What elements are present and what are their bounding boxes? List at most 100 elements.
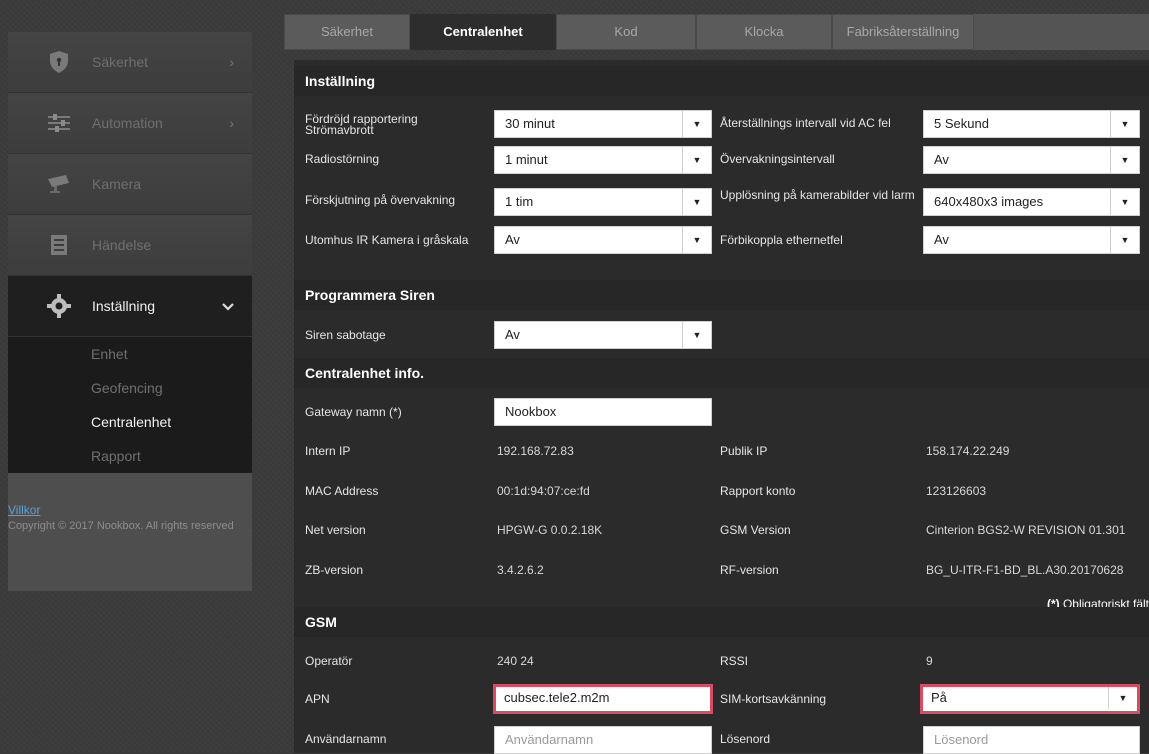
select-upplosning[interactable]: 640x480x3 images ▼ <box>923 188 1140 216</box>
label-operator: Operatör <box>305 654 353 668</box>
value-operator: 240 24 <box>497 654 534 668</box>
value-gsm-version: Cinterion BGS2-W REVISION 01.301 <box>926 523 1126 537</box>
dropdown-arrow-icon[interactable]: ▼ <box>682 227 711 253</box>
sidebar: Säkerhet › Automation › Kamera Händelse … <box>8 32 252 591</box>
label-zb-version: ZB-version <box>305 563 364 577</box>
select-forbikoppla-ethernet[interactable]: Av ▼ <box>923 226 1140 254</box>
tab-bar: Säkerhet Centralenhet Kod Klocka Fabriks… <box>284 14 1149 50</box>
chevron-right-icon: › <box>229 54 234 70</box>
tab-sakerhet[interactable]: Säkerhet <box>284 14 410 50</box>
shield-icon <box>46 49 72 75</box>
submenu: Enhet Geofencing Centralenhet Rapport <box>8 337 252 473</box>
gear-icon <box>46 293 72 319</box>
select-value: 5 Sekund <box>934 116 989 131</box>
select-value: Av <box>934 152 949 167</box>
value-intern-ip: 192.168.72.83 <box>497 444 574 458</box>
select-fordrojd-rapportering[interactable]: 30 minut ▼ <box>494 110 712 138</box>
password-input[interactable]: Lösenord <box>923 726 1140 754</box>
dropdown-arrow-icon[interactable]: ▼ <box>1110 189 1139 215</box>
submenu-item-geofencing[interactable]: Geofencing <box>8 371 252 405</box>
value-zb-version: 3.4.2.6.2 <box>497 563 544 577</box>
submenu-item-rapport[interactable]: Rapport <box>8 439 252 473</box>
dropdown-arrow-icon[interactable]: ▼ <box>682 147 711 173</box>
dropdown-arrow-icon[interactable]: ▼ <box>1110 111 1139 137</box>
section-heading-info: Centralenhet info. <box>294 358 1149 388</box>
label-utomhus-ir: Utomhus IR Kamera i gråskala <box>305 233 469 247</box>
submenu-item-enhet[interactable]: Enhet <box>8 337 252 371</box>
label-rf-version: RF-version <box>720 563 779 577</box>
sliders-icon <box>46 110 72 136</box>
select-sim-kortsavkanning[interactable]: På ▼ <box>920 684 1140 714</box>
sidebar-item-label: Kamera <box>92 176 142 192</box>
section-heading-installning: Inställning <box>294 66 1149 96</box>
select-aterstallnings-intervall[interactable]: 5 Sekund ▼ <box>923 110 1140 138</box>
label-upplosning: Upplösning på kamerabilder vid larm <box>720 188 915 202</box>
chevron-down-icon <box>222 298 234 314</box>
select-value: Av <box>505 232 520 247</box>
tab-bar-filler <box>974 14 1149 50</box>
label-fordrojd-rapportering: Fördröjd rapportering Strömavbrott <box>305 112 418 137</box>
select-overvakningsintervall[interactable]: Av ▼ <box>923 146 1140 174</box>
select-value: På <box>931 690 947 705</box>
username-input[interactable]: Användarnamn <box>494 726 712 754</box>
tab-centralenhet[interactable]: Centralenhet <box>410 14 556 50</box>
sidebar-item-sakerhet[interactable]: Säkerhet › <box>8 32 252 93</box>
dropdown-arrow-icon[interactable]: ▼ <box>1110 227 1139 253</box>
sidebar-footer: Villkor Copyright © 2017 Nookbox. All ri… <box>8 473 252 591</box>
gateway-name-input[interactable]: Nookbox <box>494 398 712 426</box>
main-panel: Inställning Fördröjd rapportering Ströma… <box>294 60 1149 754</box>
select-value: 1 tim <box>505 194 534 209</box>
tab-fabriksaterstallning[interactable]: Fabriksåterställning <box>832 14 974 50</box>
label-gateway-namn: Gateway namn (*) <box>305 405 402 419</box>
value-publik-ip: 158.174.22.249 <box>926 444 1010 458</box>
sidebar-item-label: Säkerhet <box>92 54 149 70</box>
select-forskjutning[interactable]: 1 tim ▼ <box>494 188 712 216</box>
select-radiostorning[interactable]: 1 minut ▼ <box>494 146 712 174</box>
copyright-text: Copyright © 2017 Nookbox. All rights res… <box>8 520 234 532</box>
select-siren-sabotage[interactable]: Av ▼ <box>494 321 712 349</box>
tab-klocka[interactable]: Klocka <box>696 14 832 50</box>
dropdown-arrow-icon[interactable]: ▼ <box>682 322 711 348</box>
label-publik-ip: Publik IP <box>720 444 768 458</box>
chevron-right-icon: › <box>229 115 234 131</box>
tab-kod[interactable]: Kod <box>556 14 696 50</box>
label-losenord: Lösenord <box>720 732 771 746</box>
camera-icon <box>46 171 72 197</box>
terms-link[interactable]: Villkor <box>8 503 252 517</box>
select-value: 640x480x3 images <box>934 194 1044 209</box>
sidebar-item-label: Händelse <box>92 237 152 253</box>
submenu-item-centralenhet[interactable]: Centralenhet <box>8 405 252 439</box>
label-siren-sabotage: Siren sabotage <box>305 328 386 342</box>
dropdown-arrow-icon[interactable]: ▼ <box>1108 687 1137 709</box>
apn-input[interactable]: cubsec.tele2.m2m <box>493 684 713 714</box>
dropdown-arrow-icon[interactable]: ▼ <box>1110 147 1139 173</box>
label-gsm-version: GSM Version <box>720 523 791 537</box>
value-net-version: HPGW-G 0.0.2.18K <box>497 523 603 537</box>
dropdown-arrow-icon[interactable]: ▼ <box>682 111 711 137</box>
label-sim-kortsavkanning: SIM-kortsavkänning <box>720 692 827 706</box>
section-heading-gsm: GSM <box>294 607 1149 637</box>
label-overvakningsintervall: Övervakningsintervall <box>720 152 835 166</box>
select-value: 1 minut <box>505 152 548 167</box>
select-value: 30 minut <box>505 116 555 131</box>
sidebar-item-handelse[interactable]: Händelse <box>8 215 252 276</box>
sidebar-item-installning[interactable]: Inställning <box>8 276 252 337</box>
sidebar-item-label: Inställning <box>92 298 156 314</box>
label-aterstallnings-intervall: Återställnings intervall vid AC fel <box>720 116 891 130</box>
label-net-version: Net version <box>305 523 366 537</box>
label-anvandarnamn: Användarnamn <box>305 732 387 746</box>
label-rapport-konto: Rapport konto <box>720 484 796 498</box>
label-rssi: RSSI <box>720 654 749 668</box>
sidebar-item-automation[interactable]: Automation › <box>8 93 252 154</box>
value-mac-address: 00:1d:94:07:ce:fd <box>497 484 590 498</box>
section-heading-siren: Programmera Siren <box>294 280 1149 310</box>
dropdown-arrow-icon[interactable]: ▼ <box>682 189 711 215</box>
value-rssi: 9 <box>926 654 933 668</box>
sidebar-item-label: Automation <box>92 115 163 131</box>
sidebar-item-kamera[interactable]: Kamera <box>8 154 252 215</box>
label-forskjutning: Förskjutning på övervakning <box>305 193 456 207</box>
select-utomhus-ir[interactable]: Av ▼ <box>494 226 712 254</box>
value-rf-version: BG_U-ITR-F1-BD_BL.A30.20170628 <box>926 563 1124 577</box>
select-value: Av <box>934 232 949 247</box>
list-icon <box>46 232 72 258</box>
